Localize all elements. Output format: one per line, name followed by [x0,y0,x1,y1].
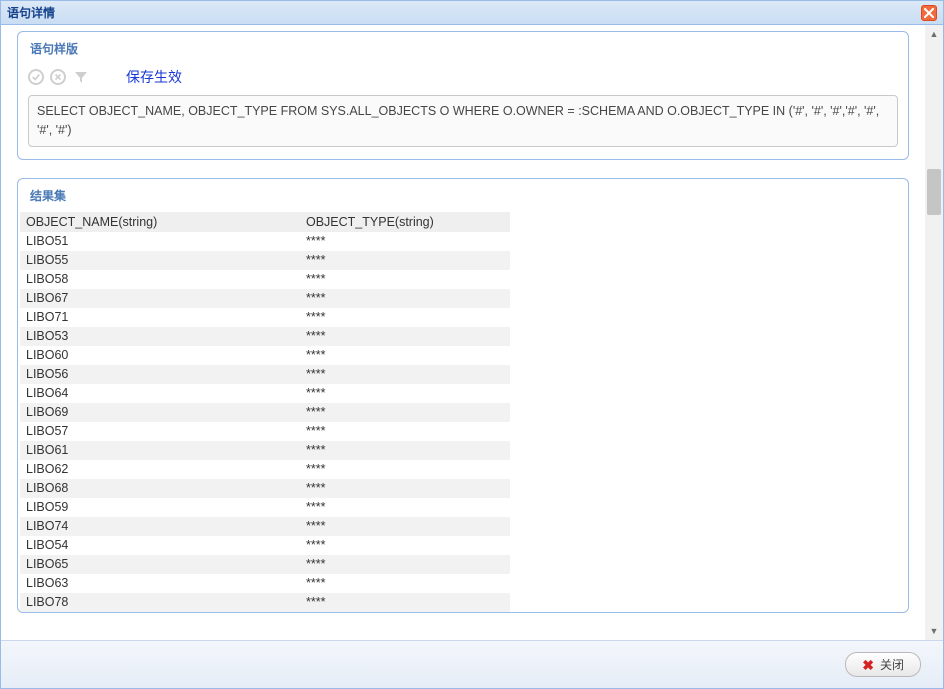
cell-object-name: LIBO56 [20,365,300,384]
table-row[interactable]: LIBO69**** [20,403,510,422]
cell-object-type: **** [300,232,510,251]
cell-object-name: LIBO64 [20,384,300,403]
table-row[interactable]: LIBO68**** [20,479,510,498]
cell-object-type: **** [300,574,510,593]
cell-object-name: LIBO67 [20,289,300,308]
cell-object-type: **** [300,289,510,308]
cell-object-name: LIBO55 [20,251,300,270]
cell-object-name: LIBO51 [20,232,300,251]
cell-object-name: LIBO57 [20,422,300,441]
table-row[interactable]: LIBO60**** [20,346,510,365]
cell-object-name: LIBO71 [20,308,300,327]
table-row[interactable]: LIBO71**** [20,308,510,327]
table-row[interactable]: LIBO67**** [20,289,510,308]
vertical-scrollbar[interactable]: ▲ ▼ [925,25,943,640]
sql-template-panel: 语句样版 保存生效 SELECT OBJECT_NAME, OBJECT_TYP… [17,31,909,160]
table-row[interactable]: LIBO51**** [20,232,510,251]
save-apply-link[interactable]: 保存生效 [126,67,182,87]
cell-object-type: **** [300,270,510,289]
cell-object-type: **** [300,422,510,441]
table-row[interactable]: LIBO65**** [20,555,510,574]
table-row[interactable]: LIBO78**** [20,593,510,612]
table-row[interactable]: LIBO56**** [20,365,510,384]
col-header-object-name[interactable]: OBJECT_NAME(string) [20,212,300,232]
sql-toolbar: 保存生效 [18,63,908,95]
cell-object-type: **** [300,384,510,403]
table-row[interactable]: LIBO62**** [20,460,510,479]
cell-object-type: **** [300,479,510,498]
cell-object-type: **** [300,251,510,270]
scrollbar-thumb[interactable] [927,169,941,215]
dialog-window: 语句详情 语句样版 保存生效 [0,0,944,689]
cell-object-type: **** [300,308,510,327]
close-button[interactable]: ✖ 关闭 [845,652,921,677]
result-set-panel-title: 结果集 [18,179,908,210]
result-set-panel: 结果集 OBJECT_NAME(string) OBJECT_TYPE(stri… [17,178,909,613]
table-row[interactable]: LIBO74**** [20,517,510,536]
sql-template-panel-title: 语句样版 [18,32,908,63]
cell-object-type: **** [300,498,510,517]
cell-object-type: **** [300,517,510,536]
table-header-row: OBJECT_NAME(string) OBJECT_TYPE(string) [20,212,510,232]
cell-object-type: **** [300,365,510,384]
accept-icon[interactable] [28,69,44,85]
table-row[interactable]: LIBO59**** [20,498,510,517]
cell-object-type: **** [300,403,510,422]
close-icon[interactable] [921,5,937,21]
cell-object-type: **** [300,536,510,555]
table-row[interactable]: LIBO58**** [20,270,510,289]
table-row[interactable]: LIBO55**** [20,251,510,270]
window-title: 语句详情 [7,4,55,21]
table-row[interactable]: LIBO64**** [20,384,510,403]
close-x-icon: ✖ [862,658,874,672]
col-header-object-type[interactable]: OBJECT_TYPE(string) [300,212,510,232]
cell-object-name: LIBO54 [20,536,300,555]
cell-object-name: LIBO78 [20,593,300,612]
cell-object-name: LIBO62 [20,460,300,479]
filter-icon[interactable] [72,68,90,86]
cell-object-type: **** [300,555,510,574]
table-row[interactable]: LIBO63**** [20,574,510,593]
table-row[interactable]: LIBO53**** [20,327,510,346]
table-row[interactable]: LIBO57**** [20,422,510,441]
cell-object-name: LIBO61 [20,441,300,460]
scroll-up-arrow-icon[interactable]: ▲ [925,25,943,43]
cell-object-name: LIBO60 [20,346,300,365]
cell-object-name: LIBO65 [20,555,300,574]
cell-object-name: LIBO59 [20,498,300,517]
sql-text[interactable]: SELECT OBJECT_NAME, OBJECT_TYPE FROM SYS… [28,95,898,147]
reject-icon[interactable] [50,69,66,85]
cell-object-name: LIBO53 [20,327,300,346]
result-table-wrap: OBJECT_NAME(string) OBJECT_TYPE(string) … [20,212,906,612]
cell-object-type: **** [300,441,510,460]
cell-object-name: LIBO74 [20,517,300,536]
table-row[interactable]: LIBO54**** [20,536,510,555]
cell-object-name: LIBO69 [20,403,300,422]
content-area: 语句样版 保存生效 SELECT OBJECT_NAME, OBJECT_TYP… [1,25,943,640]
footer-bar: ✖ 关闭 [1,640,943,688]
result-table: OBJECT_NAME(string) OBJECT_TYPE(string) … [20,212,510,612]
cell-object-type: **** [300,460,510,479]
cell-object-name: LIBO68 [20,479,300,498]
cell-object-type: **** [300,327,510,346]
table-row[interactable]: LIBO61**** [20,441,510,460]
cell-object-type: **** [300,593,510,612]
cell-object-name: LIBO63 [20,574,300,593]
cell-object-name: LIBO58 [20,270,300,289]
close-button-label: 关闭 [880,656,904,673]
cell-object-type: **** [300,346,510,365]
scroll-content: 语句样版 保存生效 SELECT OBJECT_NAME, OBJECT_TYP… [1,25,925,640]
titlebar: 语句详情 [1,1,943,25]
scroll-down-arrow-icon[interactable]: ▼ [925,622,943,640]
